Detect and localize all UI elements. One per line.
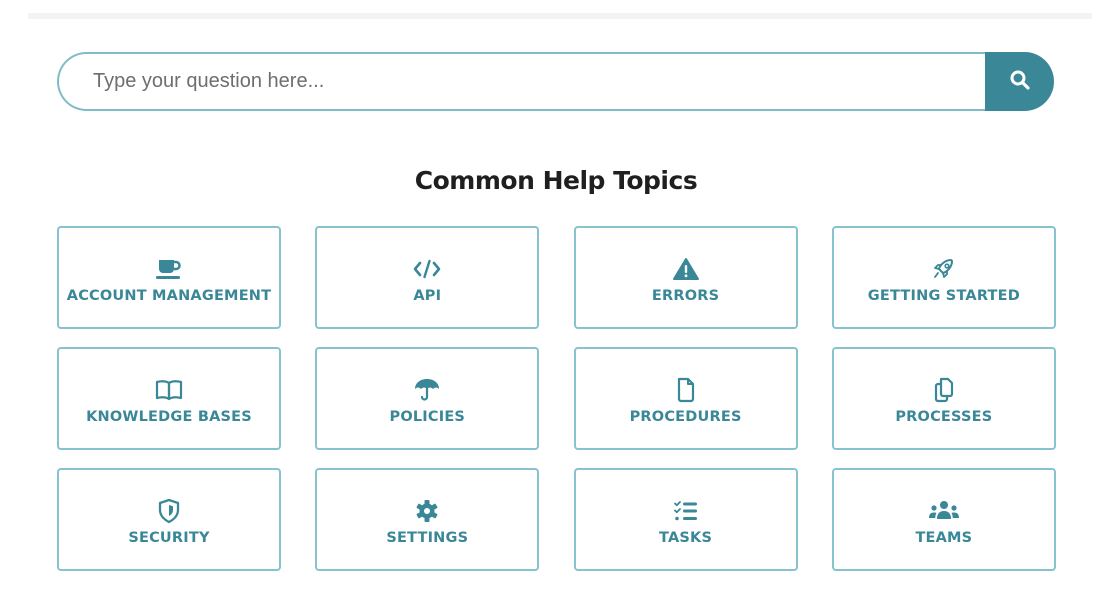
- topic-label: SECURITY: [128, 529, 210, 546]
- topic-label: SETTINGS: [386, 529, 469, 546]
- search-button[interactable]: [985, 52, 1054, 111]
- search-input[interactable]: [57, 52, 985, 111]
- book-open-icon: [154, 377, 184, 403]
- umbrella-icon: [413, 377, 441, 403]
- users-group-icon: [928, 498, 960, 524]
- search-bar: [57, 52, 1054, 111]
- copy-files-icon: [932, 377, 956, 403]
- topic-label: GETTING STARTED: [867, 287, 1020, 304]
- topic-card-getting-started[interactable]: GETTING STARTED: [831, 226, 1056, 329]
- topic-label: ACCOUNT MANAGEMENT: [66, 287, 272, 304]
- topic-card-api[interactable]: API: [315, 226, 540, 329]
- task-list-icon: [673, 498, 699, 524]
- topic-card-procedures[interactable]: PROCEDURES: [573, 347, 798, 450]
- rocket-icon: [931, 256, 957, 282]
- topic-label: PROCESSES: [895, 408, 993, 425]
- topic-card-account-management[interactable]: ACCOUNT MANAGEMENT: [57, 226, 281, 329]
- shield-icon: [157, 498, 181, 524]
- topic-card-teams[interactable]: TEAMS: [831, 468, 1056, 571]
- code-icon: [412, 256, 442, 282]
- topic-card-settings[interactable]: SETTINGS: [315, 468, 540, 571]
- topic-label: KNOWLEDGE BASES: [86, 408, 252, 425]
- topic-label: POLICIES: [389, 408, 466, 425]
- topic-card-tasks[interactable]: TASKS: [573, 468, 798, 571]
- warning-triangle-icon: [672, 256, 700, 282]
- gear-icon: [414, 498, 440, 524]
- topic-card-security[interactable]: SECURITY: [57, 468, 281, 571]
- help-topics-grid: ACCOUNT MANAGEMENT API ERRORS GETTING ST…: [57, 226, 1056, 571]
- topic-card-processes[interactable]: PROCESSES: [831, 347, 1056, 450]
- topic-label: PROCEDURES: [629, 408, 742, 425]
- coffee-cup-icon: [154, 256, 184, 282]
- search-icon: [1009, 69, 1031, 94]
- topic-label: ERRORS: [651, 287, 720, 304]
- topic-label: API: [413, 287, 442, 304]
- topic-card-policies[interactable]: POLICIES: [315, 347, 540, 450]
- topic-card-errors[interactable]: ERRORS: [573, 226, 798, 329]
- file-icon: [675, 377, 697, 403]
- topic-label: TEAMS: [915, 529, 973, 546]
- section-title: Common Help Topics: [414, 166, 698, 195]
- top-divider: [28, 13, 1092, 19]
- topic-card-knowledge-bases[interactable]: KNOWLEDGE BASES: [57, 347, 281, 450]
- topic-label: TASKS: [659, 529, 713, 546]
